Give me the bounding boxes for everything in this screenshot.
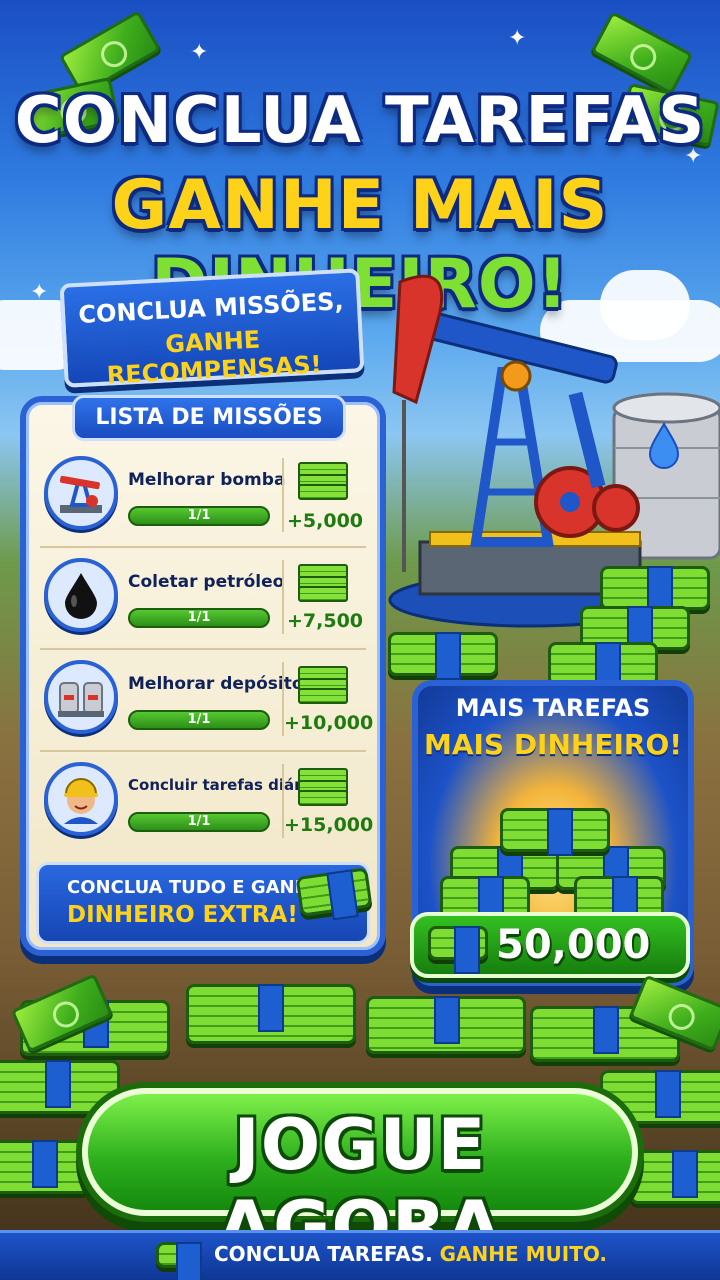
- mission-reward: +10,000: [284, 712, 374, 734]
- oil-drop-icon: [44, 558, 118, 632]
- money-stack-icon: [388, 632, 498, 680]
- footer-tagline: CONCLUA TAREFAS. GANHE MUITO.: [214, 1242, 607, 1266]
- missions-panel-title: LISTA DE MISSÕES: [72, 395, 346, 441]
- money-stack-icon: [298, 564, 348, 602]
- money-stack-icon: [600, 566, 710, 614]
- worker-icon: [44, 762, 118, 836]
- money-bill-icon: [590, 11, 694, 95]
- sparkle-icon: ✦: [190, 40, 209, 65]
- mission-label: Concluir tarefas diárias: [128, 776, 326, 794]
- mission-reward: +7,500: [286, 610, 364, 632]
- mission-label: Melhorar depósito: [128, 674, 304, 694]
- mission-reward: +5,000: [286, 510, 364, 532]
- sparkle-icon: ✦: [508, 26, 527, 51]
- promo-ribbon: CONCLUA MISSÕES, GANHE RECOMPENSAS!: [59, 268, 365, 390]
- money-stack-icon: [500, 808, 610, 856]
- money-stack-icon: [428, 926, 488, 974]
- mission-label: Melhorar bomba: [128, 470, 286, 490]
- mission-label: Coletar petróleo: [128, 572, 285, 592]
- money-stack-icon: [366, 996, 526, 1054]
- mission-reward: +15,000: [284, 814, 374, 836]
- reward-panel-line1: MAIS TAREFAS: [455, 694, 651, 722]
- money-stack-icon: [156, 1242, 202, 1280]
- mission-progress-bar: 1/1: [128, 812, 270, 832]
- ribbon-line2: GANHE RECOMPENSAS!: [106, 325, 323, 390]
- money-stack-icon: [186, 984, 356, 1044]
- mission-progress-bar: 1/1: [128, 710, 270, 730]
- footer-part1: CONCLUA TAREFAS.: [214, 1242, 433, 1266]
- divider: [40, 648, 366, 650]
- money-stack-icon: [630, 1150, 720, 1204]
- headline-part1: GANHE MAIS: [111, 166, 609, 245]
- divider: [40, 546, 366, 548]
- money-stack-icon: [298, 666, 348, 704]
- pump-icon: [44, 456, 118, 530]
- money-stack-icon: [298, 462, 348, 500]
- headline-line1: CONCLUA TAREFAS: [14, 84, 706, 158]
- divider: [40, 750, 366, 752]
- mission-progress-bar: 1/1: [128, 506, 270, 526]
- footer-part2: GANHE MUITO.: [439, 1242, 608, 1266]
- reward-panel-line2: MAIS DINHEIRO!: [423, 728, 683, 761]
- reward-amount: 50,000: [496, 922, 651, 968]
- money-stack-icon: [0, 1140, 90, 1194]
- money-stack-icon: [298, 768, 348, 806]
- mission-progress-bar: 1/1: [128, 608, 270, 628]
- tanks-icon: [44, 660, 118, 734]
